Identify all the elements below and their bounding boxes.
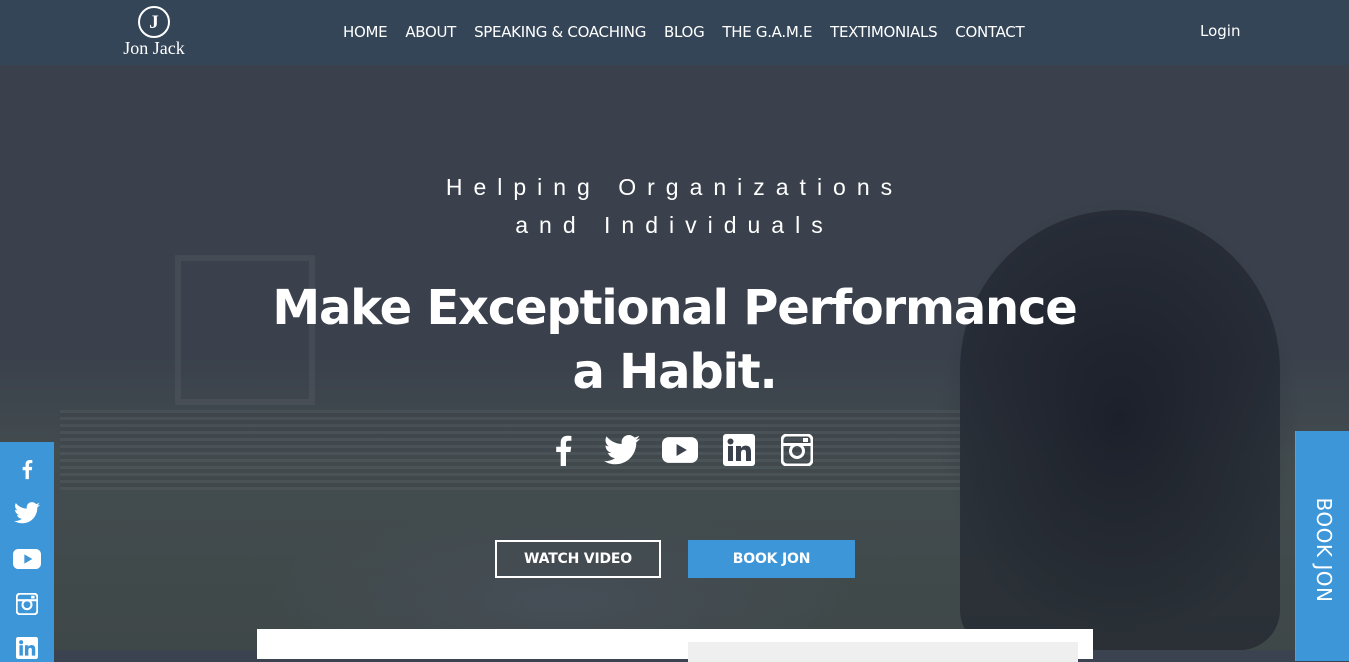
- nav-item-home: HOME: [343, 23, 388, 42]
- nav-link-testimonials[interactable]: TEXTIMONIALS: [830, 23, 937, 41]
- site-logo[interactable]: J Jon Jack: [112, 6, 196, 62]
- linkedin-icon[interactable]: [721, 432, 757, 468]
- logo-name: Jon Jack: [123, 38, 185, 58]
- nav-link-home[interactable]: HOME: [343, 23, 388, 41]
- nav-item-speaking-coaching: SPEAKING & COACHING: [474, 23, 646, 42]
- instagram-icon[interactable]: [779, 432, 815, 468]
- facebook-icon[interactable]: [545, 432, 581, 468]
- nav-link-speaking-coaching[interactable]: SPEAKING & COACHING: [474, 23, 646, 41]
- logo-monogram: J: [138, 6, 170, 38]
- watch-video-button[interactable]: WATCH VIDEO: [495, 540, 661, 578]
- nav-item-testimonials: TEXTIMONIALS: [830, 23, 937, 42]
- linkedin-icon[interactable]: [13, 634, 41, 662]
- floating-social-sidebar: [0, 442, 54, 662]
- hero-headline: Make Exceptional Performance a Habit.: [0, 276, 1349, 404]
- nav-link-contact[interactable]: CONTACT: [955, 23, 1024, 41]
- twitter-icon[interactable]: [603, 432, 640, 468]
- hero-bleachers-shape: [60, 410, 960, 490]
- nav-item-contact: CONTACT: [955, 23, 1024, 42]
- nav-item-blog: BLOG: [664, 23, 705, 42]
- book-jon-side-tab[interactable]: BOOK JON: [1296, 431, 1349, 661]
- top-navigation-bar: J Jon Jack HOME ABOUT SPEAKING & COACHIN…: [0, 0, 1349, 65]
- facebook-icon[interactable]: [13, 455, 41, 483]
- youtube-icon[interactable]: [662, 432, 698, 468]
- nav-item-the-game: THE G.A.M.E: [722, 23, 812, 42]
- content-card: [257, 629, 1093, 662]
- nav-item-about: ABOUT: [405, 23, 456, 42]
- instagram-icon[interactable]: [13, 590, 41, 618]
- hero-kicker-line-2: and Individuals: [515, 212, 834, 238]
- book-jon-button[interactable]: BOOK JON: [688, 540, 855, 578]
- hero-headline-line-1: Make Exceptional Performance: [272, 280, 1077, 336]
- hero-social-links: [545, 430, 815, 470]
- twitter-icon[interactable]: [13, 499, 41, 527]
- nav-link-about[interactable]: ABOUT: [405, 23, 456, 41]
- main-nav: HOME ABOUT SPEAKING & COACHING BLOG THE …: [343, 0, 1042, 65]
- hero-kicker: Helping Organizations and Individuals: [0, 168, 1349, 244]
- hero-kicker-line-1: Helping Organizations: [445, 174, 904, 200]
- hero-headline-line-2: a Habit.: [572, 344, 777, 400]
- youtube-icon[interactable]: [13, 545, 41, 573]
- content-card-strip: [688, 642, 1078, 662]
- login-link[interactable]: Login: [1200, 22, 1240, 40]
- nav-link-the-game[interactable]: THE G.A.M.E: [722, 23, 812, 41]
- book-jon-side-tab-label: BOOK JON: [1312, 497, 1336, 603]
- nav-link-blog[interactable]: BLOG: [664, 23, 705, 41]
